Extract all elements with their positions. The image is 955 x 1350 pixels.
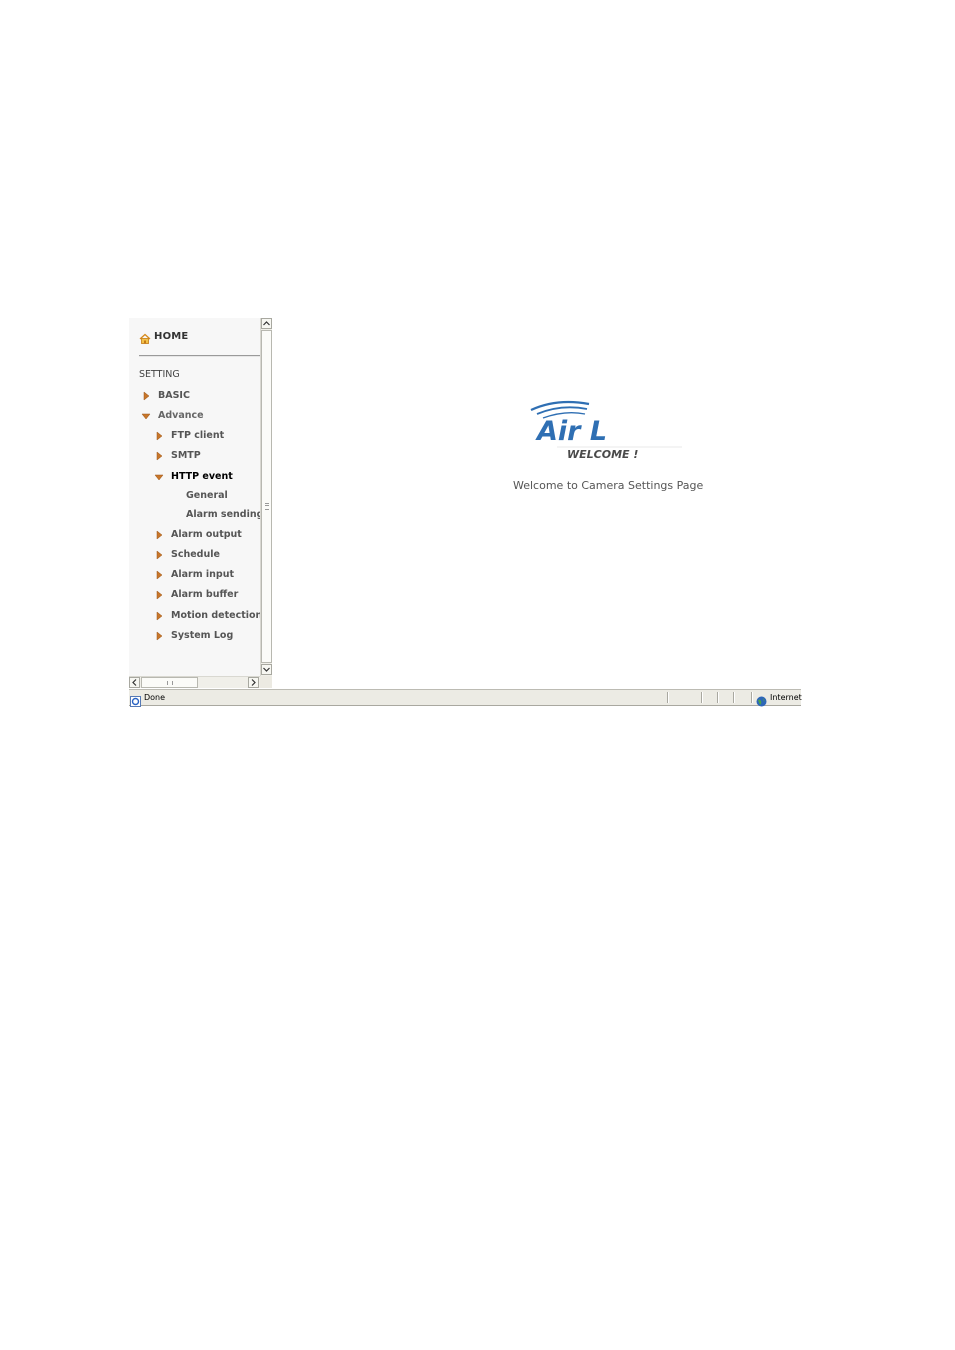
nav-item-advance[interactable]: Advance xyxy=(141,410,204,421)
expand-arrow-icon xyxy=(154,529,166,540)
browser-window: HOME SETTING BASIC Advance FTP client SM… xyxy=(129,318,802,707)
expand-arrow-icon xyxy=(141,390,153,401)
logo-tagline: WELCOME ! xyxy=(567,448,638,461)
home-link[interactable]: HOME xyxy=(139,330,189,344)
logo-text: Air L xyxy=(535,416,607,447)
nav-subitem-general[interactable]: General xyxy=(186,490,228,501)
chevron-down-icon xyxy=(263,667,270,672)
globe-icon xyxy=(756,692,767,707)
nav-divider xyxy=(139,355,260,357)
status-text: Done xyxy=(144,693,166,702)
status-divider xyxy=(667,692,669,703)
scroll-right-button[interactable] xyxy=(248,677,259,688)
navigation-frame: HOME SETTING BASIC Advance FTP client SM… xyxy=(129,318,272,688)
expand-arrow-icon xyxy=(154,450,166,461)
status-divider xyxy=(717,692,719,703)
collapse-arrow-icon xyxy=(154,472,166,482)
nav-item-basic[interactable]: BASIC xyxy=(141,390,190,401)
home-icon xyxy=(139,330,151,344)
nav-item-ftp-client[interactable]: FTP client xyxy=(154,430,224,441)
nav-item-alarm-input[interactable]: Alarm input xyxy=(154,569,234,580)
expand-arrow-icon xyxy=(154,610,166,621)
navigation-menu: HOME SETTING BASIC Advance FTP client SM… xyxy=(129,318,263,676)
nav-item-smtp[interactable]: SMTP xyxy=(154,450,201,461)
chevron-left-icon xyxy=(132,679,137,686)
welcome-message: Welcome to Camera Settings Page xyxy=(513,479,704,492)
nav-item-alarm-output[interactable]: Alarm output xyxy=(154,529,242,540)
security-zone: Internet xyxy=(756,692,802,707)
nav-subitem-alarm-sending[interactable]: Alarm sending xyxy=(186,509,263,520)
expand-arrow-icon xyxy=(154,589,166,600)
page-done-icon xyxy=(130,692,141,707)
scroll-down-button[interactable] xyxy=(261,664,272,675)
nav-item-alarm-buffer[interactable]: Alarm buffer xyxy=(154,589,238,600)
grip-icon xyxy=(265,503,269,510)
airlive-logo: Air L WELCOME ! xyxy=(527,396,687,466)
scroll-up-button[interactable] xyxy=(261,318,272,329)
horizontal-scroll-thumb[interactable] xyxy=(141,677,198,688)
nav-item-motion-detection[interactable]: Motion detection xyxy=(154,610,262,621)
expand-arrow-icon xyxy=(154,569,166,580)
zone-text: Internet xyxy=(770,693,802,702)
home-label: HOME xyxy=(154,330,189,342)
expand-arrow-icon xyxy=(154,430,166,441)
expand-arrow-icon xyxy=(154,630,166,641)
chevron-right-icon xyxy=(251,679,256,686)
setting-section-label: SETTING xyxy=(139,369,180,380)
vertical-scroll-thumb[interactable] xyxy=(261,330,272,663)
scroll-left-button[interactable] xyxy=(129,677,140,688)
vertical-scrollbar[interactable] xyxy=(260,318,272,676)
expand-arrow-icon xyxy=(154,549,166,560)
nav-item-http-event[interactable]: HTTP event xyxy=(154,471,233,482)
nav-item-system-log[interactable]: System Log xyxy=(154,630,233,641)
status-divider xyxy=(751,692,753,703)
status-bar: Done Internet xyxy=(129,689,802,707)
status-divider xyxy=(733,692,735,703)
chevron-up-icon xyxy=(263,321,270,326)
grip-icon xyxy=(167,681,173,685)
horizontal-scrollbar[interactable] xyxy=(129,676,260,688)
scrollbar-corner xyxy=(260,676,272,688)
status-divider xyxy=(701,692,703,703)
collapse-arrow-icon xyxy=(141,411,153,421)
nav-item-schedule[interactable]: Schedule xyxy=(154,549,220,560)
